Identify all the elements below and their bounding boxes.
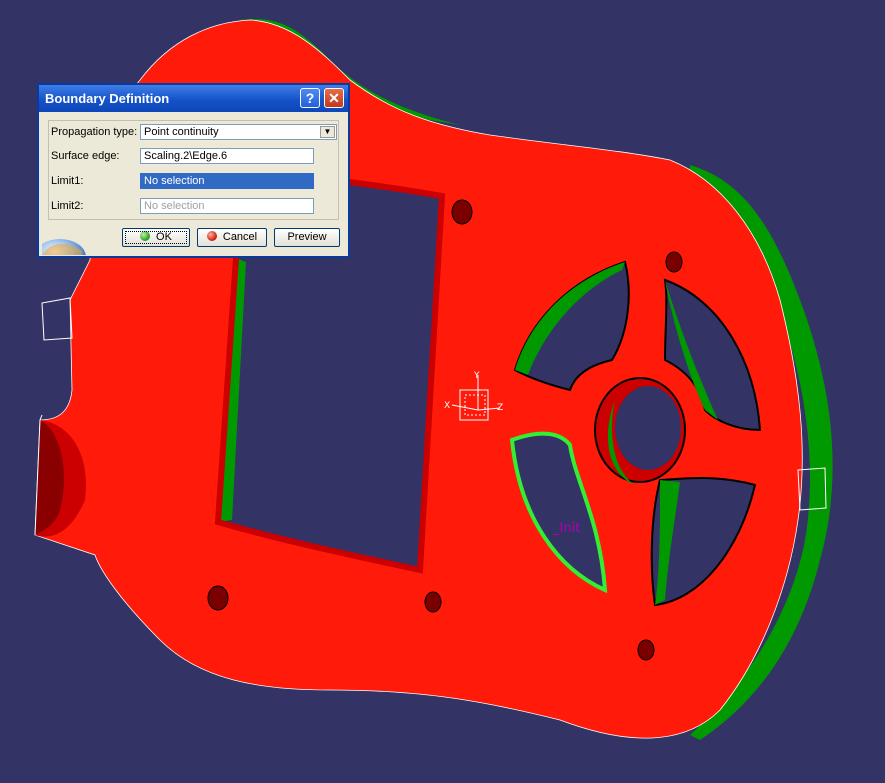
dialog-title: Boundary Definition — [45, 91, 170, 106]
surface-edge-label: Surface edge: — [51, 150, 120, 162]
cancel-label: Cancel — [222, 231, 258, 243]
ok-button[interactable]: OK — [122, 228, 190, 247]
propagation-type-select[interactable]: Point continuity ▼ — [140, 124, 337, 140]
init-label: _Init — [552, 521, 580, 536]
axis-label-y: Y — [473, 371, 480, 381]
ok-icon — [140, 231, 151, 241]
dialog-titlebar[interactable]: Boundary Definition ? ✕ — [39, 85, 348, 112]
close-button[interactable]: ✕ — [324, 88, 344, 108]
boundary-definition-dialog: Boundary Definition ? ✕ Propagation type… — [37, 83, 350, 258]
limit1-field[interactable]: No selection — [140, 173, 314, 189]
propagation-type-label: Propagation type: — [51, 126, 138, 138]
preview-button[interactable]: Preview — [274, 228, 340, 247]
axis-label-z: Z — [497, 403, 503, 413]
propagation-type-value: Point continuity — [144, 126, 219, 138]
cancel-icon — [206, 231, 217, 241]
ok-label: OK — [156, 231, 172, 243]
limit2-label: Limit2: — [51, 200, 84, 212]
limit2-field[interactable]: No selection — [140, 198, 314, 214]
axis-label-x: X — [444, 401, 450, 411]
surface-edge-field[interactable]: Scaling.2\Edge.6 — [140, 148, 314, 164]
limit1-label: Limit1: — [51, 175, 84, 187]
cancel-button[interactable]: Cancel — [197, 228, 267, 247]
globe-icon — [42, 239, 86, 255]
dropdown-arrow-icon[interactable]: ▼ — [320, 126, 335, 138]
help-button[interactable]: ? — [300, 88, 320, 108]
